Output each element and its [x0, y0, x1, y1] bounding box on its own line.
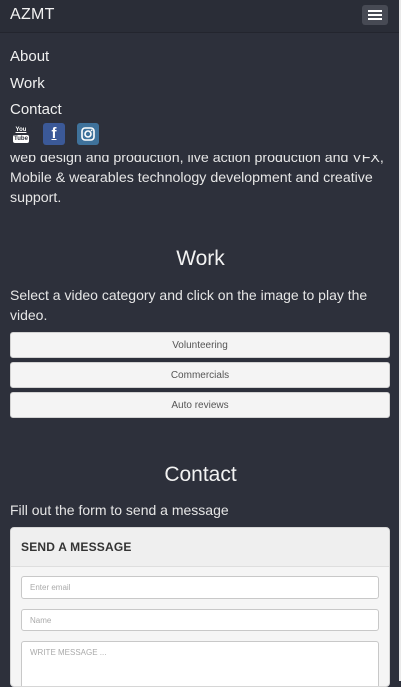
category-button-auto-reviews[interactable]: Auto reviews — [10, 392, 390, 418]
contact-section-title: Contact — [164, 463, 237, 486]
work-lead-text: Select a video category and click on the… — [10, 287, 368, 323]
contact-form-title: SEND A MESSAGE — [11, 528, 389, 567]
intro-text: web design and production, live action p… — [10, 150, 384, 206]
name-field[interactable] — [21, 609, 379, 631]
contact-lead-text: Fill out the form to send a message — [10, 502, 229, 518]
hamburger-menu-icon-bar — [368, 18, 382, 20]
youtube-icon[interactable]: You Tube — [10, 123, 32, 145]
menu-toggle-button[interactable] — [362, 5, 388, 25]
facebook-icon[interactable]: f — [43, 123, 65, 145]
contact-form-panel: SEND A MESSAGE — [10, 527, 390, 687]
message-field[interactable] — [21, 641, 379, 686]
work-section-title: Work — [176, 247, 225, 270]
navbar: AZMT — [0, 0, 399, 33]
collapsed-nav-menu: About Work Contact — [10, 44, 62, 124]
hamburger-menu-icon — [368, 10, 382, 12]
hamburger-menu-icon-bar — [368, 14, 382, 16]
instagram-icon[interactable] — [77, 123, 99, 145]
nav-item-contact[interactable]: Contact — [10, 97, 62, 124]
nav-item-about[interactable]: About — [10, 44, 62, 71]
nav-item-work[interactable]: Work — [10, 71, 62, 98]
category-button-commercials[interactable]: Commercials — [10, 362, 390, 388]
brand-logo[interactable]: AZMT — [10, 6, 55, 24]
category-button-volunteering[interactable]: Volunteering — [10, 332, 390, 358]
email-field[interactable] — [21, 576, 379, 599]
